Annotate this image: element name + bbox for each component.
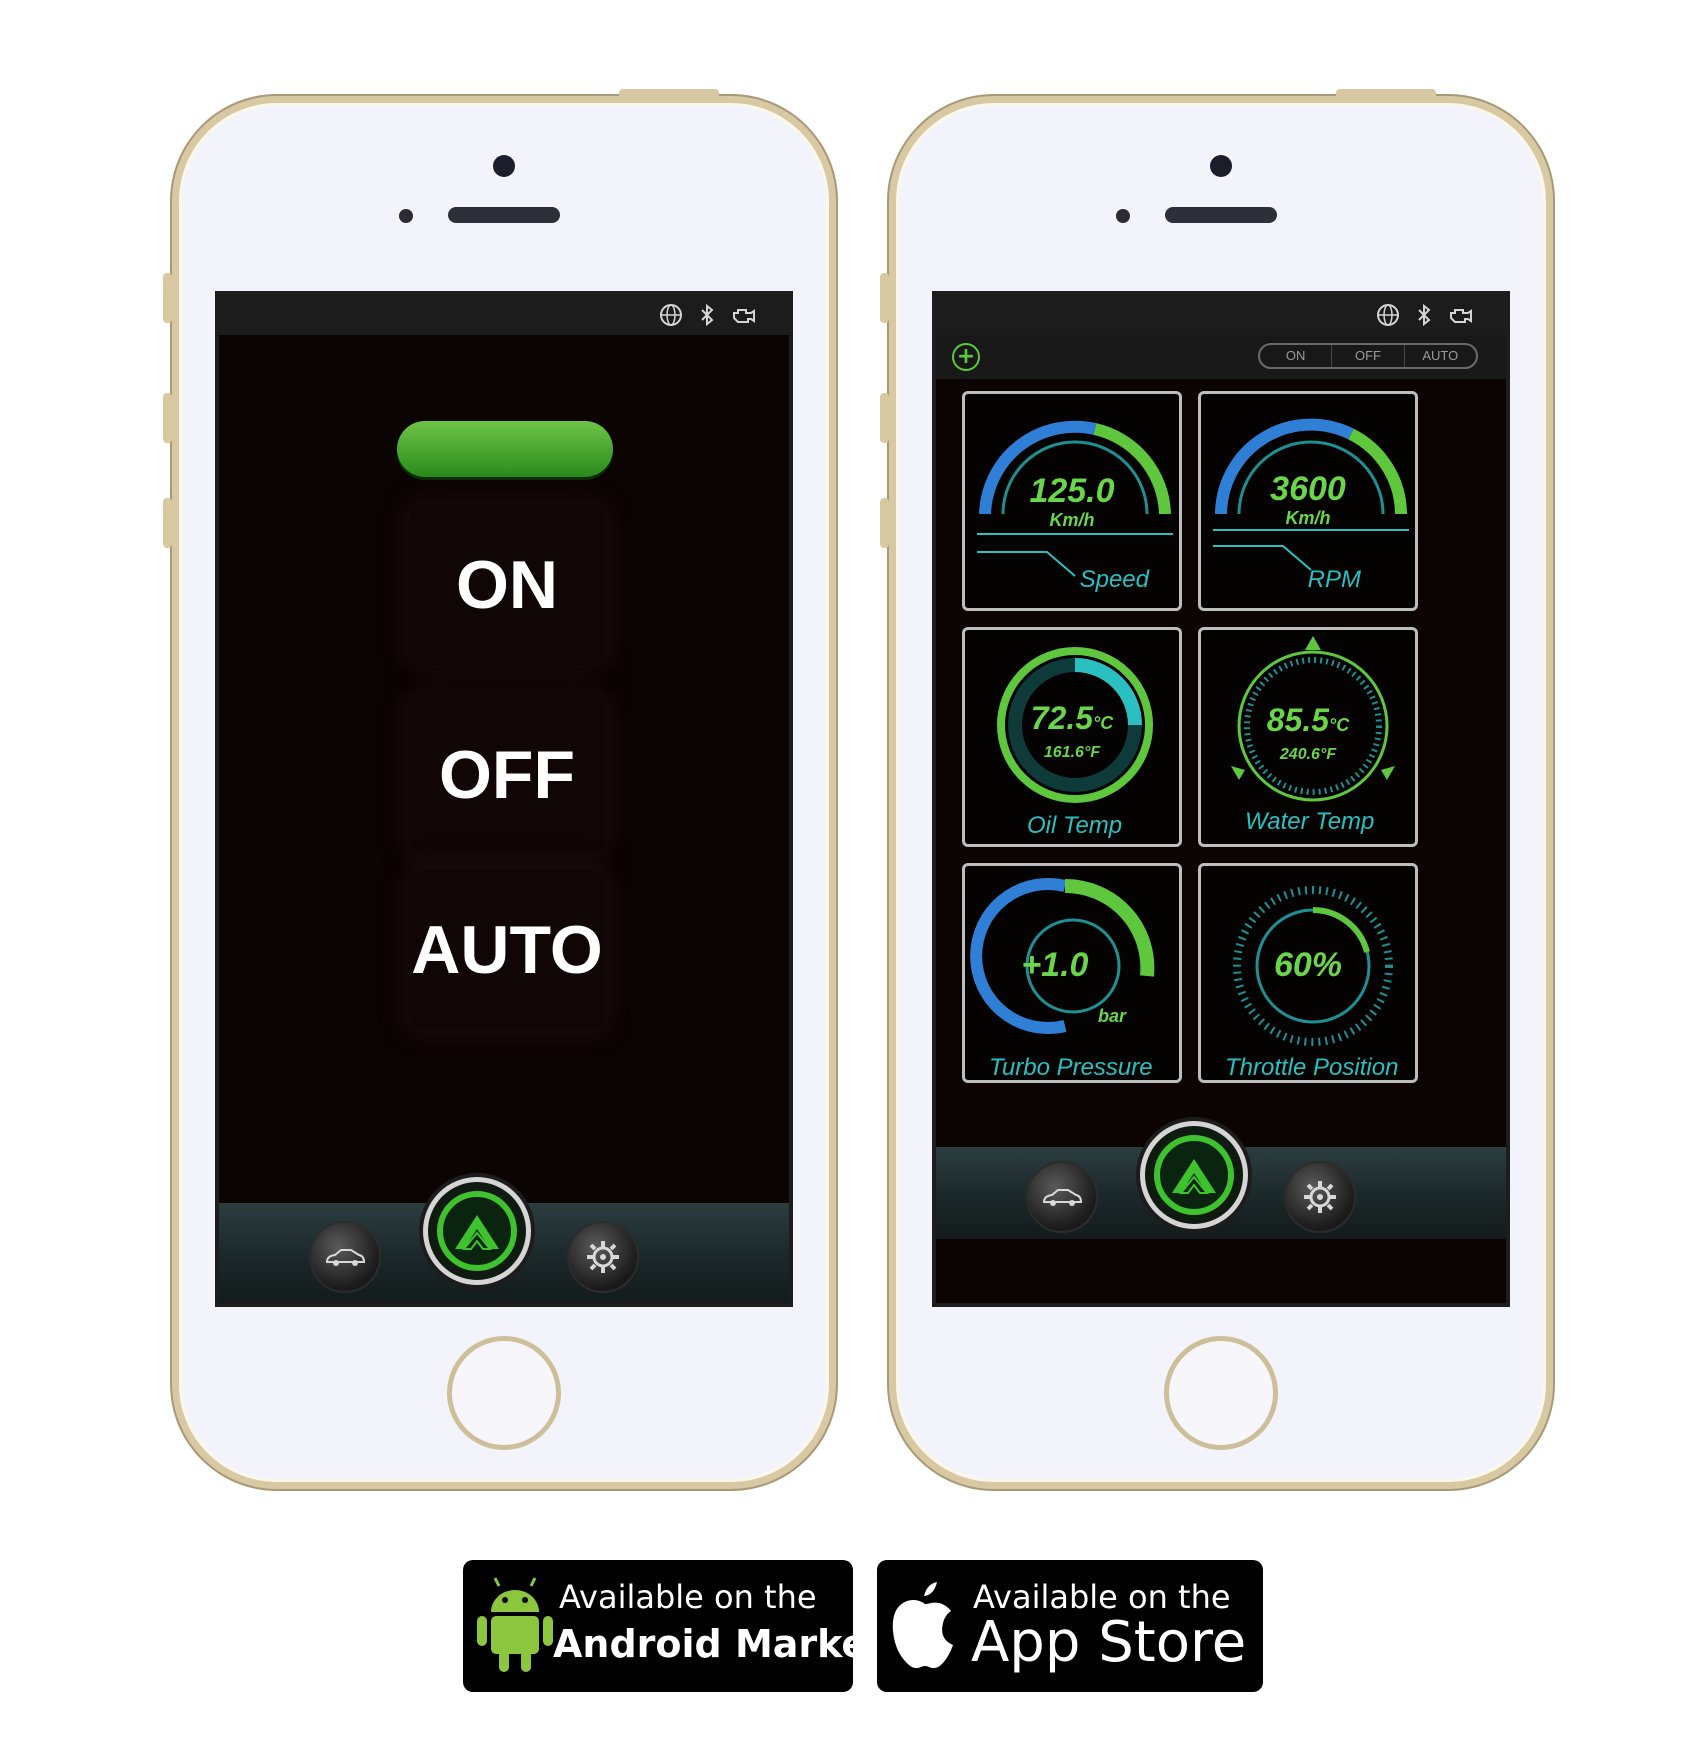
home-button[interactable]: [1164, 1336, 1278, 1450]
speed-label: Speed: [1079, 566, 1149, 593]
rpm-label: RPM: [1307, 566, 1361, 593]
android-badge-line2: Android Market: [553, 1622, 886, 1666]
settings-gear-icon[interactable]: [1284, 1161, 1356, 1233]
earpiece-speaker: [1165, 207, 1277, 223]
gauge-toolbar: + ON OFF AUTO: [936, 335, 1506, 379]
volume-up-button: [880, 393, 889, 443]
home-logo-button[interactable]: [423, 1177, 531, 1285]
mode-on-button[interactable]: ON: [409, 505, 605, 665]
gauge-tile-throttle-position[interactable]: 60% Throttle Position: [1198, 863, 1418, 1083]
bluetooth-icon: [699, 303, 715, 333]
apple-logo-icon: [885, 1574, 965, 1678]
mode-auto-button[interactable]: AUTO: [409, 870, 605, 1030]
proximity-sensor: [1116, 209, 1130, 223]
rpm-value: 3600: [1270, 470, 1346, 508]
app-store-badge[interactable]: Available on the App Store: [877, 1560, 1263, 1692]
oil-temp-fahrenheit: 161.6°F: [1043, 744, 1101, 761]
volume-down-button: [880, 498, 889, 548]
settings-gear-icon[interactable]: [567, 1221, 639, 1293]
add-gauge-plus-icon[interactable]: +: [952, 343, 980, 371]
turbo-value: +1.0: [1021, 946, 1089, 984]
gauge-tile-water-temp[interactable]: 85.5°C 240.6°F Water Temp: [1198, 627, 1418, 847]
globe-icon: [1376, 303, 1400, 333]
power-button: [619, 89, 719, 99]
gauge-tile-speed[interactable]: 125.0 Km/h Speed: [962, 391, 1182, 611]
throttle-value: 60%: [1273, 946, 1343, 984]
power-button: [1336, 89, 1436, 99]
mode-off-button[interactable]: OFF: [409, 695, 605, 855]
logo-icon: [1154, 1135, 1234, 1215]
android-badge-line1: Available on the: [559, 1578, 817, 1616]
front-camera: [493, 155, 515, 177]
mode-segmented-control: ON OFF AUTO: [1258, 343, 1478, 369]
speed-value: 125.0: [1029, 472, 1115, 510]
bottom-nav-bar: [219, 1177, 789, 1303]
status-bar: [219, 295, 789, 335]
android-market-badge[interactable]: Available on the Android Market: [463, 1560, 885, 1692]
home-button[interactable]: [447, 1336, 561, 1450]
throttle-label: Throttle Position: [1225, 1054, 1399, 1081]
segment-auto[interactable]: AUTO: [1405, 345, 1476, 367]
phone-left: ON OFF AUTO: [163, 89, 836, 1489]
earpiece-speaker: [448, 207, 560, 223]
logo-icon: [437, 1191, 517, 1271]
rpm-unit: Km/h: [1285, 508, 1331, 528]
water-temp-fahrenheit: 240.6°F: [1279, 746, 1337, 763]
bottom-nav-bar: [936, 1121, 1506, 1239]
segment-off[interactable]: OFF: [1332, 345, 1405, 367]
volume-down-button: [163, 498, 172, 548]
gauge-tile-oil-temp[interactable]: 72.5°C 161.6°F Oil Temp: [962, 627, 1182, 847]
water-temp-value: 85.5°C: [1266, 702, 1350, 738]
front-camera: [1210, 155, 1232, 177]
globe-icon: [659, 303, 683, 333]
mute-switch: [880, 273, 889, 323]
oil-temp-label: Oil Temp: [1027, 812, 1123, 839]
water-temp-label: Water Temp: [1245, 808, 1375, 835]
gauge-tile-turbo-pressure[interactable]: +1.0 bar Turbo Pressure: [962, 863, 1182, 1083]
proximity-sensor: [399, 209, 413, 223]
android-robot-icon: [475, 1574, 555, 1678]
gauge-tile-rpm[interactable]: 3600 Km/h RPM: [1198, 391, 1418, 611]
oil-temp-value: 72.5°C: [1030, 700, 1114, 736]
home-logo-button[interactable]: [1140, 1121, 1248, 1229]
phone-right: + ON OFF AUTO 125.0 Km/h Speed 3600 Km/h…: [880, 89, 1553, 1489]
status-indicator-pill: [397, 421, 613, 477]
status-bar: [936, 295, 1506, 335]
turbo-unit: bar: [1097, 1006, 1126, 1026]
volume-up-button: [163, 393, 172, 443]
segment-on[interactable]: ON: [1260, 345, 1333, 367]
engine-icon: [731, 303, 759, 333]
turbo-label: Turbo Pressure: [989, 1054, 1153, 1081]
mute-switch: [163, 273, 172, 323]
speed-unit: Km/h: [1049, 510, 1095, 530]
engine-icon: [1448, 303, 1476, 333]
car-icon[interactable]: [309, 1221, 381, 1293]
screen-gauges: + ON OFF AUTO 125.0 Km/h Speed 3600 Km/h…: [932, 291, 1510, 1307]
screen-mode-select: ON OFF AUTO: [215, 291, 793, 1307]
bluetooth-icon: [1416, 303, 1432, 333]
apple-badge-line2: App Store: [971, 1610, 1247, 1675]
car-icon[interactable]: [1026, 1161, 1098, 1233]
